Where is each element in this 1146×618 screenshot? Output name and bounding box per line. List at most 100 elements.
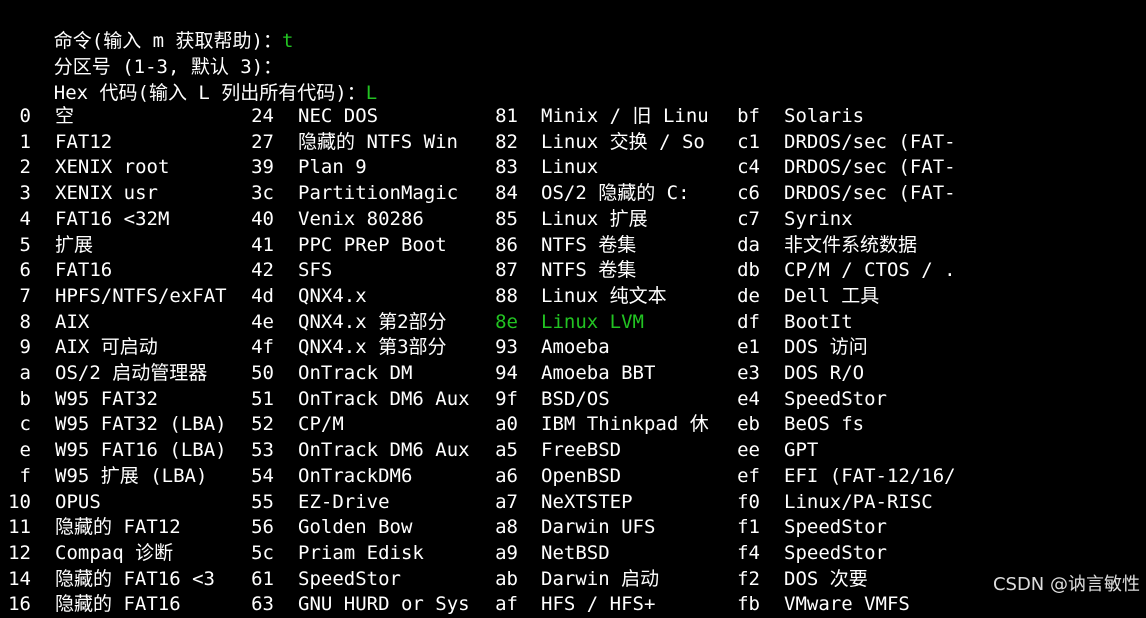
partition-type-name: FAT16 <32M — [55, 207, 170, 230]
table-row: c W95 FAT32 (LBA) 52 CP/M a0 IBM Thinkpad 休 eb… — [0, 412, 1146, 438]
prompt-hex-code-input: L — [365, 82, 378, 104]
partition-type-name: Priam Edisk — [298, 541, 424, 564]
partition-type-name: DRDOS/sec (FAT- — [784, 182, 956, 205]
partition-type-name: Plan 9 — [298, 156, 367, 179]
partition-type-name: 隐藏的 NTFS Win — [298, 130, 458, 153]
partition-type-code: 2 — [19, 156, 31, 179]
partition-type-code: 10 — [8, 490, 31, 513]
partition-type-name: Linux LVM — [541, 310, 644, 333]
partition-type-name: NTFS 卷集 — [541, 233, 637, 256]
table-row: 5 扩展 41 PPC PReP Boot 86 NTFS 卷集 da 非文件系统数据 — [0, 233, 1146, 259]
partition-type-code: ef — [737, 464, 760, 487]
partition-type-name: Solaris — [784, 105, 865, 127]
partition-type-code: 61 — [251, 567, 274, 590]
partition-type-code: a5 — [495, 439, 518, 462]
terminal-window[interactable]: 命令(输入 m 获取帮助)：t 分区号 (1-3, 默认 3)： Hex 代码(… — [0, 0, 1146, 615]
partition-type-code: 3c — [251, 182, 274, 205]
partition-type-code: bf — [737, 105, 760, 127]
partition-type-code: 9 — [19, 336, 31, 359]
table-row: e W95 FAT16 (LBA) 53 OnTrack DM6 Aux a5 FreeB… — [0, 438, 1146, 464]
partition-type-name: XENIX root — [55, 156, 170, 179]
partition-type-code: 52 — [251, 413, 274, 436]
partition-type-name: OnTrack DM6 Aux — [298, 387, 470, 410]
partition-type-name: 非文件系统数据 — [784, 233, 918, 256]
partition-type-name: AIX 可启动 — [55, 336, 158, 359]
table-row: 2 XENIX root 39 Plan 9 83 Linux c4 DRDOS/sec (F… — [0, 155, 1146, 181]
partition-type-name: SpeedStor — [784, 541, 887, 564]
partition-type-code: 5 — [19, 233, 31, 256]
partition-type-name: OS/2 隐藏的 C: — [541, 182, 690, 205]
partition-type-code: f0 — [737, 490, 760, 513]
partition-type-name: DRDOS/sec (FAT- — [784, 156, 956, 179]
partition-type-code: e4 — [737, 387, 760, 410]
partition-type-code: a6 — [495, 464, 518, 487]
partition-type-name: SpeedStor — [784, 387, 887, 410]
table-row: a OS/2 启动管理器 50 OnTrack DM 94 Amoeba BBT e3 DOS… — [0, 361, 1146, 387]
partition-type-name: PartitionMagic — [298, 182, 459, 205]
partition-type-code: 4 — [19, 207, 31, 230]
partition-type-code: 88 — [495, 284, 518, 307]
partition-type-code: 12 — [8, 541, 31, 564]
partition-type-code: 84 — [495, 182, 518, 205]
partition-type-code: 24 — [251, 105, 274, 127]
partition-type-code: af — [495, 593, 518, 616]
table-row: 4 FAT16 <32M 40 Venix 80286 85 Linux 扩展 c7 Syri… — [0, 207, 1146, 233]
partition-type-name: Linux 扩展 — [541, 207, 648, 230]
partition-type-code: de — [737, 284, 760, 307]
prompt-command-input: t — [281, 30, 294, 52]
partition-type-name: 扩展 — [55, 233, 94, 256]
table-row: 16 隐藏的 FAT16 63 GNU HURD or Sys af HFS / HFS+… — [0, 592, 1146, 618]
partition-type-name: W95 FAT32 — [55, 387, 158, 410]
partition-type-name: BSD/OS — [541, 387, 610, 410]
partition-type-code: a8 — [495, 516, 518, 539]
partition-type-code: 55 — [251, 490, 274, 513]
partition-type-code: a0 — [495, 413, 518, 436]
partition-type-code: ee — [737, 439, 760, 462]
partition-type-code: c7 — [737, 207, 760, 230]
partition-type-code: 1 — [19, 130, 31, 153]
partition-type-code: 4e — [251, 310, 274, 333]
partition-type-code: e3 — [737, 362, 760, 384]
partition-type-name: GNU HURD or Sys — [298, 593, 470, 616]
partition-type-code: f4 — [737, 541, 760, 564]
partition-type-name: FAT12 — [55, 130, 113, 153]
partition-type-code: ab — [495, 567, 518, 590]
partition-type-code: 9f — [495, 387, 518, 410]
partition-type-code: c6 — [737, 182, 760, 205]
partition-type-code: fb — [737, 593, 760, 616]
partition-type-name: QNX4.x 第2部分 — [298, 310, 447, 333]
table-row: b W95 FAT32 51 OnTrack DM6 Aux 9f BSD/OS e4 Spe… — [0, 387, 1146, 413]
partition-type-code: 0 — [19, 105, 31, 127]
partition-type-code: f — [19, 464, 31, 487]
partition-type-code: 7 — [19, 284, 31, 307]
table-row: 1 FAT12 27 隐藏的 NTFS Win 82 Linux 交换 / So c1 DRD… — [0, 130, 1146, 156]
partition-type-code: 85 — [495, 207, 518, 230]
partition-type-name: BeOS fs — [784, 413, 865, 436]
partition-type-name: Dell 工具 — [784, 284, 880, 307]
partition-type-code: e1 — [737, 336, 760, 359]
partition-type-code: 42 — [251, 259, 274, 282]
partition-type-code: 14 — [8, 567, 31, 590]
partition-type-code: 11 — [8, 516, 31, 539]
prompt-hex-code-label: Hex 代码(输入 L 列出所有代码)： — [53, 82, 366, 104]
partition-type-name: Minix / 旧 Linu — [541, 105, 709, 127]
partition-type-code: 4d — [251, 284, 274, 307]
partition-type-name: OnTrackDM6 — [298, 464, 413, 487]
partition-type-name: HFS / HFS+ — [541, 593, 656, 616]
partition-type-name: VMware VMFS — [784, 593, 910, 616]
partition-type-code: 82 — [495, 130, 518, 153]
partition-type-code: 51 — [251, 387, 274, 410]
partition-type-name: Linux/PA-RISC — [784, 490, 933, 513]
partition-type-code: 86 — [495, 233, 518, 256]
partition-type-name: CP/M / CTOS / . — [784, 259, 956, 282]
partition-type-code: 3 — [19, 182, 31, 205]
partition-type-code: 81 — [495, 105, 518, 127]
partition-type-name: EFI (FAT-12/16/ — [784, 464, 956, 487]
table-row: 8 AIX 4e QNX4.x 第2部分 8e Linux LVM df BootIt — [0, 310, 1146, 336]
table-row: 0 空 24 NEC DOS 81 Minix / 旧 Linu bf Solaris — [0, 104, 1146, 130]
table-row: 6 FAT16 42 SFS 87 NTFS 卷集 db CP/M / CTOS / . — [0, 258, 1146, 284]
partition-type-code: 27 — [251, 130, 274, 153]
partition-type-code: f2 — [737, 567, 760, 590]
partition-type-code: eb — [737, 413, 760, 436]
partition-type-code: 5c — [251, 541, 274, 564]
